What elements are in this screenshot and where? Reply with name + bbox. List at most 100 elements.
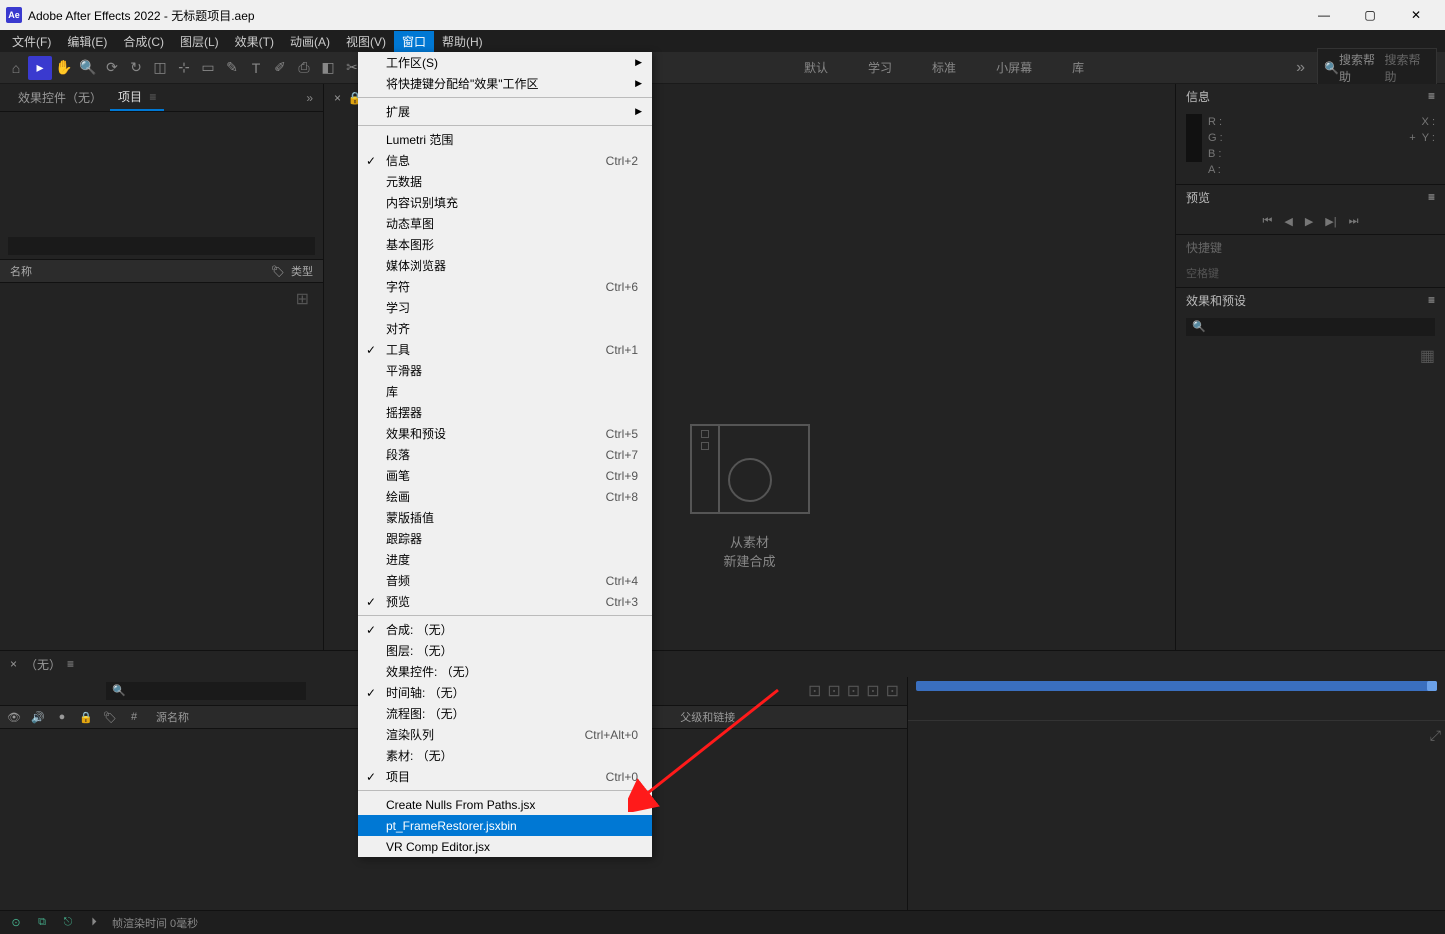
index-column[interactable]: # [126, 711, 142, 723]
shape-tool-icon[interactable]: ▭ [196, 56, 220, 80]
workspace-library[interactable]: 库 [1072, 59, 1084, 76]
timeline-tab-label[interactable]: （无） [25, 656, 61, 673]
menu-composition[interactable]: 合成(C) [115, 31, 172, 52]
maximize-button[interactable]: ▢ [1347, 0, 1393, 30]
new-comp-placeholder[interactable]: 从素材 新建合成 [690, 424, 810, 570]
eraser-tool-icon[interactable]: ◧ [316, 56, 340, 80]
fx-preset-search-input[interactable] [1186, 318, 1435, 336]
menu-window[interactable]: 窗口 [394, 31, 434, 52]
menu-animation[interactable]: 动画(A) [282, 31, 338, 52]
menu-item[interactable]: 素材: （无） [358, 745, 652, 766]
tl-opt-icon[interactable]: ⊡ [886, 681, 899, 701]
close-button[interactable]: ✕ [1393, 0, 1439, 30]
menu-item[interactable]: 跟踪器 [358, 528, 652, 549]
menu-item[interactable]: 扩展▶ [358, 101, 652, 122]
menu-item[interactable]: VR Comp Editor.jsx [358, 836, 652, 857]
menu-item[interactable]: 绘画Ctrl+8 [358, 486, 652, 507]
audio-column-icon[interactable]: 🔊 [30, 711, 46, 724]
panel-menu-icon[interactable]: » [306, 91, 313, 105]
status-icon[interactable]: ⏵ [86, 916, 102, 929]
timeline-search-input[interactable] [106, 682, 306, 700]
menu-item[interactable]: Create Nulls From Paths.jsx [358, 794, 652, 815]
project-hierarchy-icon[interactable]: ⊞ [0, 283, 323, 315]
minimize-button[interactable]: — [1301, 0, 1347, 30]
project-tab[interactable]: 项目 ≡ [110, 84, 164, 111]
menu-item[interactable]: 将快捷键分配给"效果"工作区▶ [358, 73, 652, 94]
menu-item[interactable]: 图层: （无） [358, 640, 652, 661]
panel-menu-icon[interactable]: ≡ [1428, 89, 1435, 103]
menu-item[interactable]: 媒体浏览器 [358, 255, 652, 276]
col-name[interactable]: 名称 [10, 263, 180, 279]
menu-item[interactable]: 进度 [358, 549, 652, 570]
menu-item[interactable]: 基本图形 [358, 234, 652, 255]
first-frame-icon[interactable]: ⏮ [1262, 215, 1272, 228]
workspace-default[interactable]: 默认 [804, 59, 828, 76]
time-ruler[interactable] [908, 697, 1445, 721]
anchor-tool-icon[interactable]: ⊹ [172, 56, 196, 80]
next-frame-icon[interactable]: ▶| [1325, 215, 1336, 228]
orbit-tool-icon[interactable]: ⟳ [100, 56, 124, 80]
camera-tool-icon[interactable]: ◫ [148, 56, 172, 80]
eye-column-icon[interactable]: 👁 [6, 711, 22, 724]
menu-item[interactable]: 库 [358, 381, 652, 402]
tl-opt-icon[interactable]: ⊡ [847, 681, 860, 701]
text-tool-icon[interactable]: T [244, 56, 268, 80]
menu-item[interactable]: 内容识别填充 [358, 192, 652, 213]
tl-opt-icon[interactable]: ⊡ [866, 681, 879, 701]
menu-item[interactable]: 效果控件: （无） [358, 661, 652, 682]
brush-tool-icon[interactable]: ✐ [268, 56, 292, 80]
status-icon[interactable]: ⎋ [60, 916, 76, 929]
preview-panel-title[interactable]: 预览 [1186, 189, 1210, 206]
source-name-column[interactable]: 源名称 [156, 709, 356, 725]
pen-tool-icon[interactable]: ✎ [220, 56, 244, 80]
fx-preset-panel-title[interactable]: 效果和预设 [1186, 292, 1246, 309]
timeline-tab-close-icon[interactable]: × [10, 657, 17, 671]
menu-item[interactable]: ✓时间轴: （无） [358, 682, 652, 703]
menu-item[interactable]: 画笔Ctrl+9 [358, 465, 652, 486]
menu-edit[interactable]: 编辑(E) [59, 31, 115, 52]
panel-menu-icon[interactable]: ≡ [1428, 293, 1435, 307]
workspace-standard[interactable]: 标准 [932, 59, 956, 76]
info-panel-title[interactable]: 信息 [1186, 88, 1210, 105]
fx-controls-tab[interactable]: 效果控件（无） [10, 85, 110, 110]
new-bin-icon[interactable]: ▦ [1176, 342, 1445, 370]
menu-item[interactable]: 学习 [358, 297, 652, 318]
menu-item[interactable]: ✓信息Ctrl+2 [358, 150, 652, 171]
menu-item[interactable]: 工作区(S)▶ [358, 52, 652, 73]
last-frame-icon[interactable]: ⏭ [1349, 215, 1359, 228]
menu-item[interactable]: 对齐 [358, 318, 652, 339]
time-navigator[interactable] [916, 681, 1437, 691]
menu-item[interactable]: 段落Ctrl+7 [358, 444, 652, 465]
panel-menu-icon[interactable]: ≡ [1428, 190, 1435, 204]
menu-item[interactable]: 蒙版插值 [358, 507, 652, 528]
solo-column-icon[interactable]: ● [54, 711, 70, 723]
menu-item[interactable]: ✓合成: （无） [358, 619, 652, 640]
menu-help[interactable]: 帮助(H) [434, 31, 491, 52]
label-column-icon[interactable]: 🏷 [102, 711, 118, 724]
menu-item[interactable]: 摇摆器 [358, 402, 652, 423]
tag-icon[interactable]: 🏷 [271, 265, 285, 278]
prev-frame-icon[interactable]: ◀ [1284, 215, 1292, 228]
menu-item[interactable]: 平滑器 [358, 360, 652, 381]
help-search-input[interactable]: 🔍 搜索帮助 搜索帮助 [1317, 48, 1437, 88]
menu-item[interactable]: 效果和预设Ctrl+5 [358, 423, 652, 444]
home-tool-icon[interactable]: ⌂ [4, 56, 28, 80]
project-column-header[interactable]: 名称 🏷 类型 [0, 259, 323, 283]
timeline-track-area[interactable]: ⤢ [908, 677, 1445, 910]
hand-tool-icon[interactable]: ✋ [52, 56, 76, 80]
menu-item[interactable]: 音频Ctrl+4 [358, 570, 652, 591]
menu-file[interactable]: 文件(F) [4, 31, 59, 52]
status-icon[interactable]: ⧉ [34, 916, 50, 929]
menu-item[interactable]: pt_FrameRestorer.jsxbin [358, 815, 652, 836]
workspace-overflow-icon[interactable]: » [1296, 59, 1305, 77]
menu-item[interactable]: 渲染队列Ctrl+Alt+0 [358, 724, 652, 745]
zoom-tool-icon[interactable]: 🔍 [76, 56, 100, 80]
menu-item[interactable]: Lumetri 范围 [358, 129, 652, 150]
clone-tool-icon[interactable]: ⎙ [292, 56, 316, 80]
col-type[interactable]: 类型 [291, 263, 313, 279]
rotate-tool-icon[interactable]: ↻ [124, 56, 148, 80]
menu-item[interactable]: ✓工具Ctrl+1 [358, 339, 652, 360]
status-icon[interactable]: ⊙ [8, 916, 24, 929]
menu-item[interactable]: 元数据 [358, 171, 652, 192]
tl-opt-icon[interactable]: ⊡ [827, 681, 840, 701]
